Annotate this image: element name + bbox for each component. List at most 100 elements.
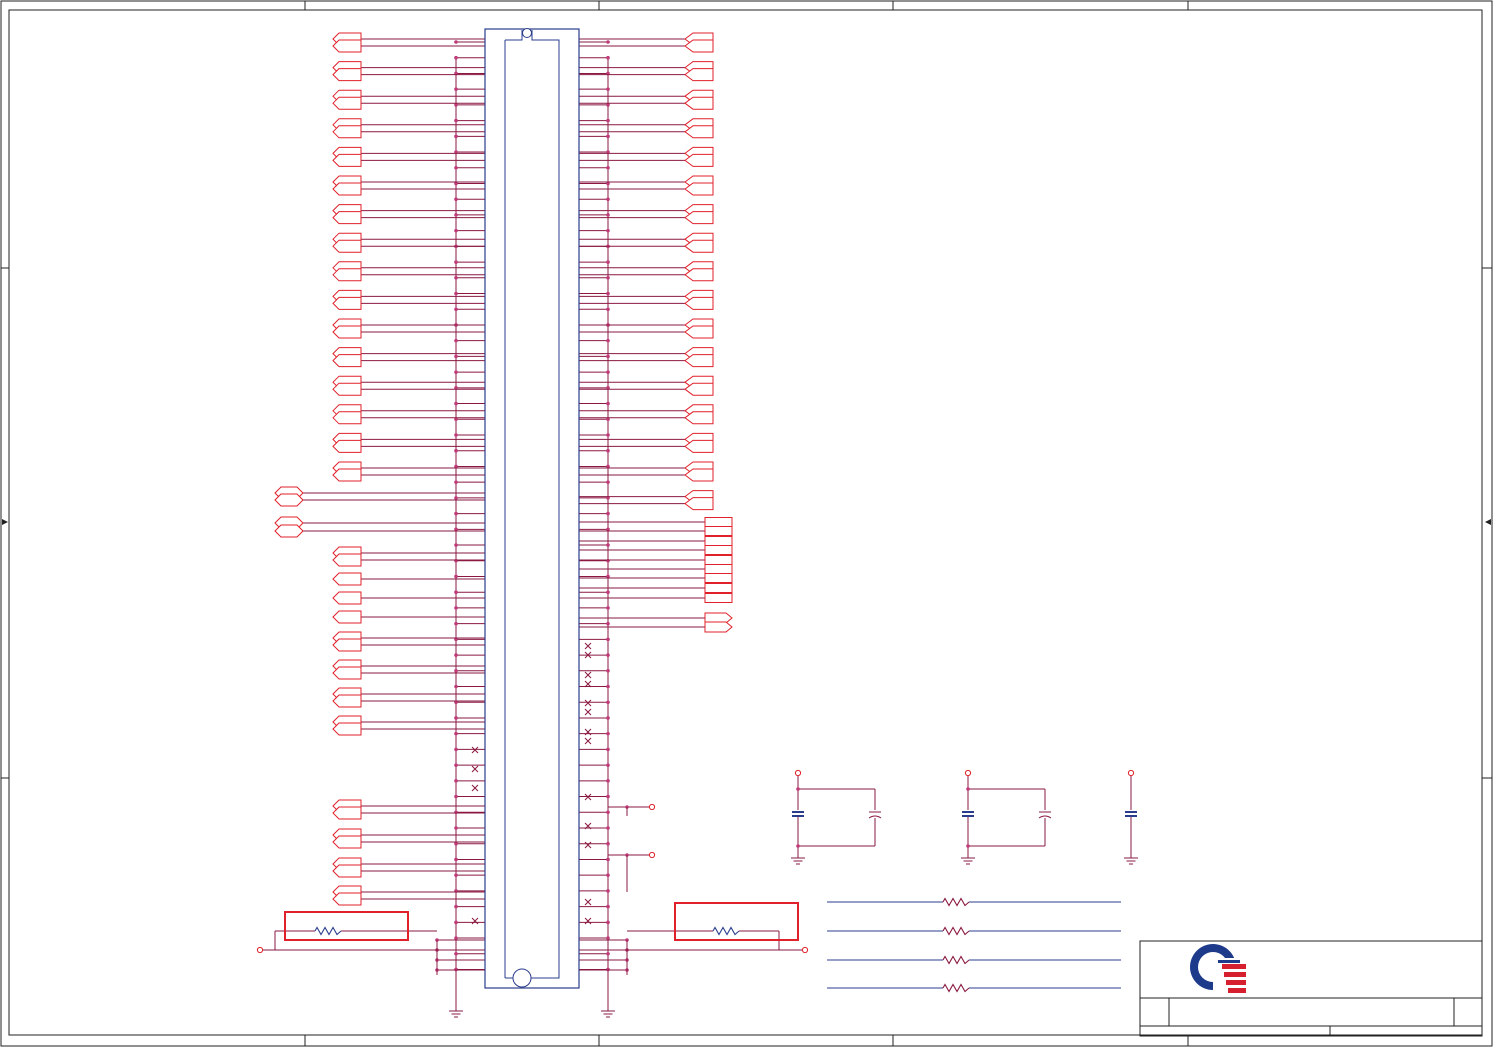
junction-dot <box>454 433 458 437</box>
junction-dot <box>454 936 458 940</box>
right-small-port <box>704 593 733 603</box>
no-connect-marker <box>584 671 592 679</box>
junction-dot <box>606 653 610 657</box>
no-connect-marker <box>471 917 479 925</box>
left-net-port <box>332 572 362 586</box>
power-terminal <box>801 946 809 954</box>
quanta-logo <box>1190 944 1247 994</box>
junction-dot <box>454 338 458 343</box>
left-net-port <box>332 722 362 736</box>
junction-dot <box>454 747 458 752</box>
junction-dot <box>454 370 458 374</box>
junction-dot <box>796 787 800 791</box>
resistor-symbol <box>314 926 342 936</box>
junction-dot <box>454 967 458 972</box>
left-net-port <box>332 325 362 339</box>
right-small-port <box>704 621 733 633</box>
junction-dot <box>606 826 610 830</box>
junction-dot <box>606 684 610 689</box>
no-connect-marker <box>471 765 479 773</box>
junction-dot <box>454 307 458 312</box>
left-net-port <box>332 439 362 453</box>
connector-outline <box>484 28 580 989</box>
connector-key-bottom <box>512 968 532 988</box>
junction-dot <box>606 276 610 280</box>
logo-stripe <box>1222 964 1246 969</box>
logo-stripe <box>1226 980 1246 985</box>
junction-dot <box>966 844 970 848</box>
junction-dot <box>606 779 610 783</box>
outer-border <box>0 0 1493 1047</box>
power-terminal <box>648 803 656 811</box>
left-net-port <box>332 182 362 196</box>
no-connect-marker <box>584 917 592 925</box>
left-net-port <box>332 468 362 482</box>
junction-dot <box>606 228 610 233</box>
schematic-sheet <box>0 0 1493 1047</box>
connector-inner-outline <box>505 30 560 979</box>
junction-dot <box>454 904 458 909</box>
no-connect-marker <box>471 784 479 792</box>
junction-dot <box>606 291 610 296</box>
resistor-symbol <box>942 955 970 965</box>
no-connect-marker <box>584 737 592 745</box>
zone-arrow-left <box>2 519 8 525</box>
junction-dot <box>454 197 458 201</box>
junction-dot <box>454 810 458 815</box>
title-block-frame <box>1139 940 1483 1037</box>
connector-key-top <box>522 28 532 38</box>
junction-dot <box>454 401 458 406</box>
no-connect-marker <box>584 841 592 849</box>
junction-dot <box>454 165 458 170</box>
power-terminal <box>964 769 972 777</box>
left-net-port <box>332 153 362 167</box>
left-net-port <box>332 610 362 624</box>
junction-dot <box>454 826 458 830</box>
junction-dot <box>606 747 610 752</box>
resistor-symbol <box>712 926 740 936</box>
title-block <box>1139 940 1483 1037</box>
junction-dot <box>606 669 610 673</box>
left-net-port <box>332 354 362 368</box>
junction-dot <box>606 134 610 139</box>
resistor-symbol <box>942 897 970 907</box>
junction-dot <box>454 448 458 453</box>
left-net-port <box>332 553 362 567</box>
junction-dot <box>454 260 458 264</box>
left-net-port <box>332 296 362 310</box>
junction-dot <box>454 480 458 484</box>
junction-dot <box>454 779 458 783</box>
junction-dot <box>606 55 610 60</box>
junction-dot <box>606 590 610 594</box>
junction-dot <box>454 40 458 44</box>
junction-dot <box>606 433 610 437</box>
highlight-box <box>284 911 409 941</box>
left-net-port <box>332 125 362 139</box>
junction-dot <box>606 448 610 453</box>
left-net-port <box>332 39 362 53</box>
junction-dot <box>454 731 458 736</box>
junction-dot <box>606 810 610 815</box>
junction-dot <box>796 844 800 848</box>
junction-dot <box>606 920 610 925</box>
left-net-port <box>332 239 362 253</box>
junction-dot <box>606 370 610 374</box>
right-small-port <box>704 517 733 527</box>
junction-dot <box>454 118 458 123</box>
junction-dot <box>606 543 610 547</box>
junction-dot <box>606 889 610 893</box>
no-connect-marker <box>584 708 592 716</box>
right-small-port <box>704 536 733 546</box>
junction-dot <box>606 857 610 862</box>
zone-arrow-right <box>1485 519 1491 525</box>
right-small-port <box>704 545 733 555</box>
ground-symbol <box>1124 852 1138 865</box>
junction-dot <box>454 543 458 547</box>
junction-dot <box>606 197 610 201</box>
sheet-frame <box>0 0 1493 1047</box>
left-net-port <box>332 638 362 652</box>
no-connect-marker <box>584 898 592 906</box>
junction-dot <box>606 401 610 406</box>
no-connect-marker <box>471 746 479 754</box>
junction-dot <box>454 763 458 767</box>
